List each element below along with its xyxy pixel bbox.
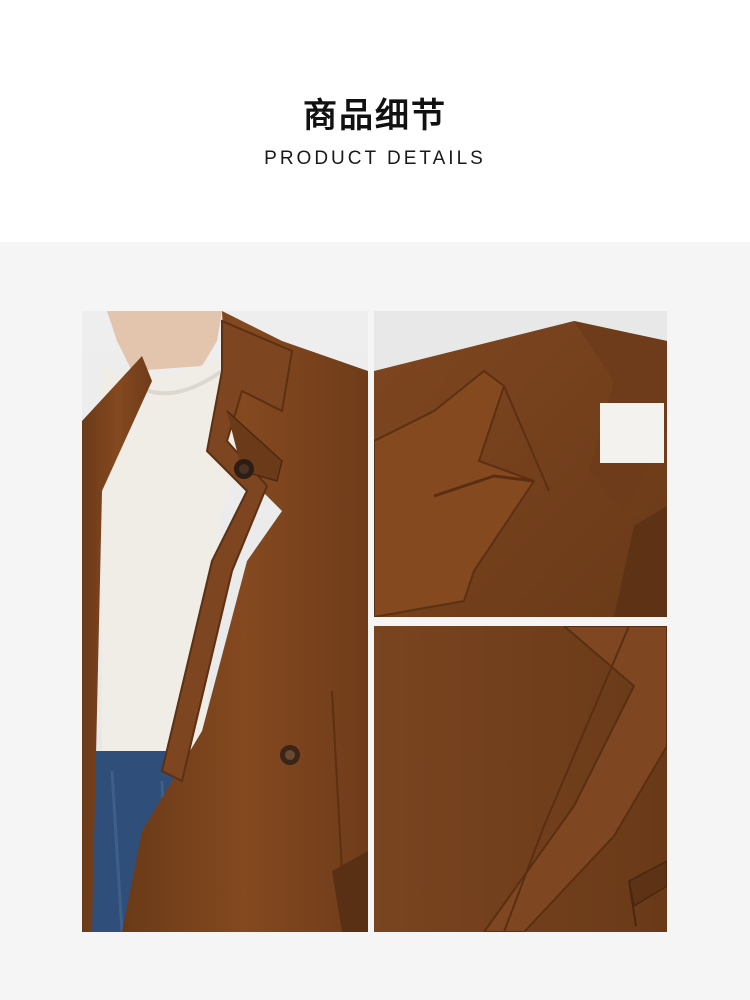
pocket-closeup-photo <box>374 626 667 932</box>
section-title: 商品细节 <box>303 96 447 136</box>
model-coat-photo <box>82 311 368 932</box>
detail-gallery <box>0 242 750 1000</box>
section-subtitle: PRODUCT DETAILS <box>264 148 486 169</box>
collar-closeup-photo <box>374 311 667 617</box>
header: 商品细节 PRODUCT DETAILS <box>0 0 750 242</box>
